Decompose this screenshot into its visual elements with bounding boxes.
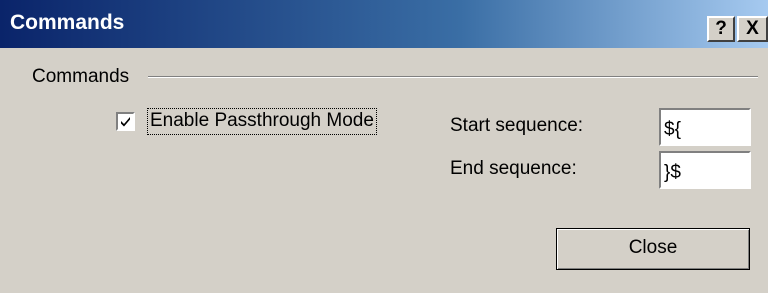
passthrough-label[interactable]: Enable Passthrough Mode xyxy=(147,108,377,135)
checkmark-icon xyxy=(121,117,130,127)
window-close-button[interactable]: X xyxy=(737,16,768,42)
end-sequence-input[interactable] xyxy=(659,151,751,189)
window-title: Commands xyxy=(10,11,125,34)
commands-dialog: Commands ? X Commands Enable Passthrough… xyxy=(0,0,768,293)
start-sequence-label: Start sequence: xyxy=(450,115,584,136)
start-sequence-input[interactable] xyxy=(659,108,751,146)
close-button[interactable]: Close xyxy=(556,228,750,270)
help-button[interactable]: ? xyxy=(707,16,735,42)
passthrough-checkbox[interactable] xyxy=(116,112,135,131)
group-divider xyxy=(148,76,758,78)
group-label: Commands xyxy=(32,66,130,87)
end-sequence-label: End sequence: xyxy=(450,158,577,179)
title-bar[interactable]: Commands ? X xyxy=(0,0,768,48)
